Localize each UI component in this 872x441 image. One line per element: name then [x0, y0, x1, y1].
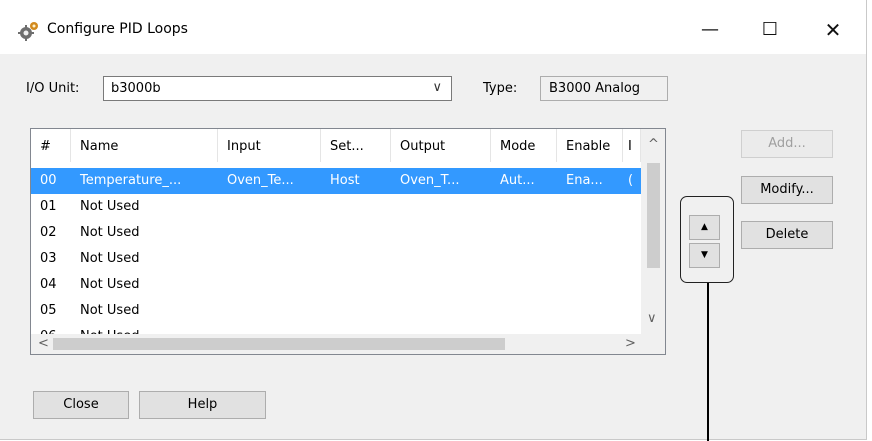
modify-button[interactable]: Modify...	[741, 176, 833, 204]
horizontal-scroll-thumb[interactable]	[53, 338, 505, 350]
delete-button[interactable]: Delete	[741, 221, 833, 249]
table-row[interactable]: 04 Not Used	[31, 272, 641, 298]
table-row[interactable]: 02 Not Used	[31, 220, 641, 246]
maximize-button[interactable]: ☐	[750, 14, 790, 46]
row-enable: Ena...	[566, 173, 603, 188]
row-name: Temperature_...	[80, 173, 182, 188]
row-number: 00	[40, 173, 57, 188]
row-name: Not Used	[80, 251, 140, 266]
help-button[interactable]: Help	[139, 391, 266, 419]
chevron-down-icon: ∨	[432, 80, 442, 95]
row-extra: (	[628, 173, 634, 188]
column-header-mode[interactable]: Mode	[491, 129, 557, 162]
vertical-scrollbar[interactable]: ^ ∨	[641, 129, 665, 335]
minimize-button[interactable]: —	[690, 14, 730, 46]
title-bar[interactable]: Configure PID Loops — ☐ ✕	[0, 0, 866, 54]
row-input: Oven_Te...	[227, 173, 294, 188]
type-value: B3000 Analog	[549, 81, 641, 96]
row-mode: Aut...	[500, 173, 535, 188]
column-header-name[interactable]: Name	[71, 129, 218, 162]
io-unit-select[interactable]: b3000b ∨	[103, 76, 452, 101]
type-label: Type:	[483, 81, 518, 96]
io-unit-label: I/O Unit:	[26, 81, 80, 96]
row-number: 04	[40, 277, 57, 292]
column-header-input[interactable]: Input	[218, 129, 321, 162]
row-number: 02	[40, 225, 57, 240]
row-number: 03	[40, 251, 57, 266]
scroll-left-icon[interactable]: <	[38, 336, 49, 351]
scroll-up-icon[interactable]: ^	[648, 137, 659, 152]
row-name: Not Used	[80, 199, 140, 214]
horizontal-scrollbar[interactable]: < >	[31, 334, 665, 354]
window-title: Configure PID Loops	[47, 21, 188, 37]
row-number: 01	[40, 199, 57, 214]
scroll-down-icon[interactable]: ∨	[647, 311, 657, 326]
configure-pid-loops-dialog: Configure PID Loops — ☐ ✕ I/O Unit: b300…	[0, 0, 867, 441]
list-header: # Name Input Set... Output Mode Enable I	[31, 129, 665, 162]
column-header-extra[interactable]: I	[623, 129, 641, 162]
column-header-number[interactable]: #	[31, 129, 71, 162]
table-row[interactable]: 03 Not Used	[31, 246, 641, 272]
add-button[interactable]: Add...	[741, 130, 833, 158]
table-row[interactable]: 05 Not Used	[31, 298, 641, 324]
row-name: Not Used	[80, 303, 140, 318]
column-header-output[interactable]: Output	[391, 129, 491, 162]
scroll-right-icon[interactable]: >	[625, 336, 636, 351]
close-button[interactable]: Close	[33, 391, 129, 419]
move-down-button[interactable]: ▼	[689, 243, 720, 268]
gear-icon	[18, 22, 38, 41]
row-name: Not Used	[80, 225, 140, 240]
table-row[interactable]: 00 Temperature_... Oven_Te... Host Oven_…	[31, 168, 641, 194]
move-up-button[interactable]: ▲	[689, 215, 720, 240]
callout-line	[707, 283, 709, 441]
vertical-scroll-thumb[interactable]	[647, 163, 660, 268]
column-header-enable[interactable]: Enable	[557, 129, 623, 162]
type-field: B3000 Analog	[540, 76, 668, 101]
pid-loops-list[interactable]: # Name Input Set... Output Mode Enable I…	[30, 128, 666, 355]
column-header-setpoint[interactable]: Set...	[321, 129, 391, 162]
io-unit-value: b3000b	[111, 81, 161, 96]
row-number: 05	[40, 303, 57, 318]
row-output: Oven_T...	[400, 173, 460, 188]
row-name: Not Used	[80, 277, 140, 292]
close-window-button[interactable]: ✕	[813, 14, 853, 46]
row-setpoint: Host	[330, 173, 360, 188]
table-row[interactable]: 01 Not Used	[31, 194, 641, 220]
